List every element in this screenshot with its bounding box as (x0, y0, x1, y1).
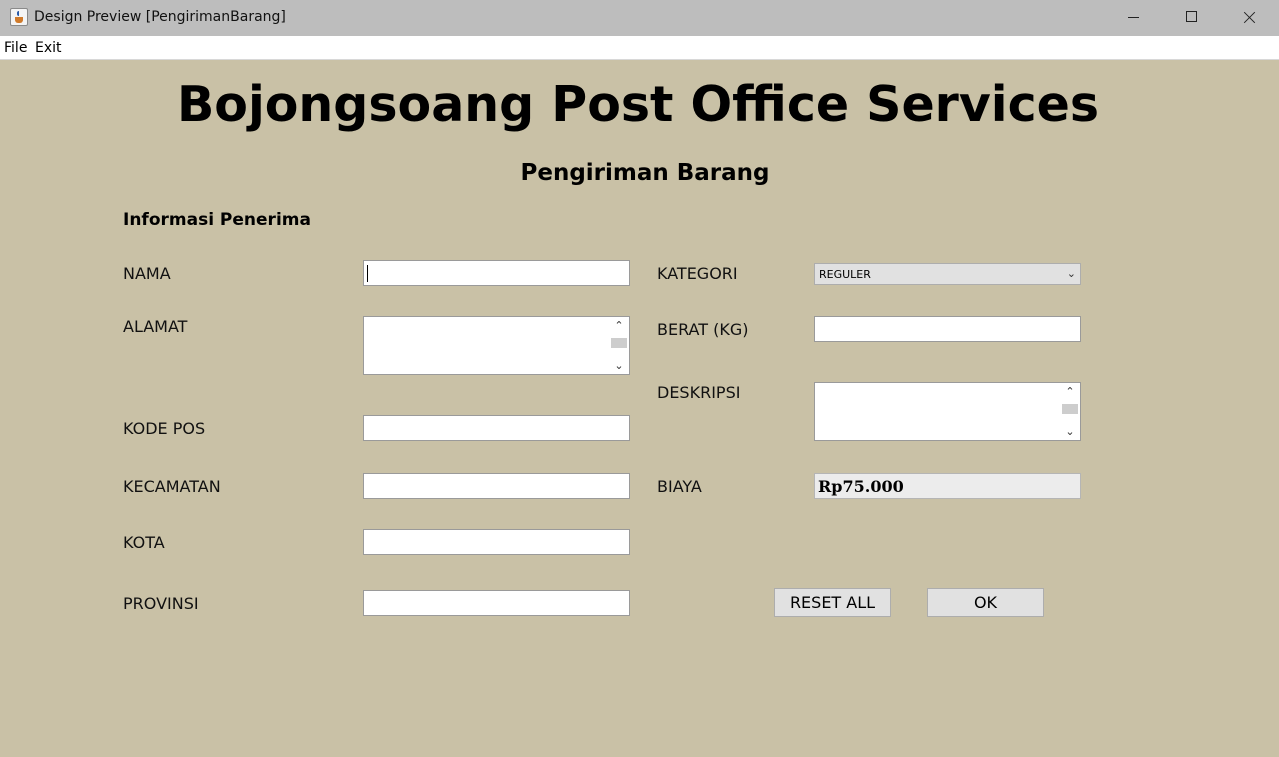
provinsi-label: PROVINSI (123, 594, 199, 613)
minimize-button[interactable] (1104, 0, 1162, 36)
menu-bar: File Exit (0, 36, 1279, 60)
kodepos-label: KODE POS (123, 419, 206, 438)
kecamatan-field[interactable] (363, 473, 630, 499)
scroll-up-icon[interactable]: ⌃ (1060, 383, 1080, 400)
deskripsi-textarea[interactable]: ⌃ ⌄ (814, 382, 1081, 441)
ok-button[interactable]: OK (927, 588, 1044, 617)
page-subtitle: Pengiriman Barang (520, 160, 770, 186)
nama-field[interactable] (363, 260, 630, 286)
menu-file[interactable]: File (4, 40, 27, 56)
java-cup-body (15, 17, 23, 23)
recipient-section-title: Informasi Penerima (123, 210, 311, 230)
berat-field[interactable] (814, 316, 1081, 342)
alamat-textarea[interactable]: ⌃ ⌄ (363, 316, 630, 375)
menu-exit[interactable]: Exit (35, 40, 62, 56)
kecamatan-label: KECAMATAN (123, 477, 221, 496)
scroll-up-icon[interactable]: ⌃ (609, 317, 629, 334)
provinsi-field[interactable] (363, 590, 630, 616)
biaya-field: Rp75.000 (814, 473, 1081, 499)
berat-label: BERAT (KG) (657, 320, 749, 339)
kategori-select[interactable]: REGULER ⌄ (814, 263, 1081, 285)
scroll-down-icon[interactable]: ⌄ (609, 357, 629, 374)
page-title: Bojongsoang Post Office Services (176, 76, 1100, 133)
window-title: Design Preview [PengirimanBarang] (34, 9, 286, 25)
scroll-down-icon[interactable]: ⌄ (1060, 423, 1080, 440)
close-button[interactable] (1220, 0, 1278, 36)
kota-label: KOTA (123, 533, 165, 552)
minimize-icon (1128, 17, 1139, 18)
text-caret (367, 265, 368, 282)
chevron-down-icon[interactable]: ⌄ (1067, 267, 1076, 280)
maximize-button[interactable] (1162, 0, 1220, 36)
scroll-thumb[interactable] (1062, 404, 1078, 414)
kota-field[interactable] (363, 529, 630, 555)
maximize-icon (1186, 11, 1197, 22)
java-cup-icon (10, 8, 28, 26)
kategori-selected-value: REGULER (819, 268, 871, 281)
biaya-label: BIAYA (657, 477, 702, 496)
java-cup-steam (17, 11, 21, 16)
alamat-scrollbar[interactable]: ⌃ ⌄ (609, 317, 629, 374)
nama-label: NAMA (123, 264, 171, 283)
deskripsi-scrollbar[interactable]: ⌃ ⌄ (1060, 383, 1080, 440)
alamat-label: ALAMAT (123, 317, 188, 336)
biaya-value: Rp75.000 (818, 477, 904, 496)
reset-all-button[interactable]: RESET ALL (774, 588, 891, 617)
deskripsi-label: DESKRIPSI (657, 383, 741, 402)
kategori-label: KATEGORI (657, 264, 738, 283)
kodepos-field[interactable] (363, 415, 630, 441)
scroll-thumb[interactable] (611, 338, 627, 348)
window-titlebar[interactable]: Design Preview [PengirimanBarang] (0, 0, 1279, 36)
